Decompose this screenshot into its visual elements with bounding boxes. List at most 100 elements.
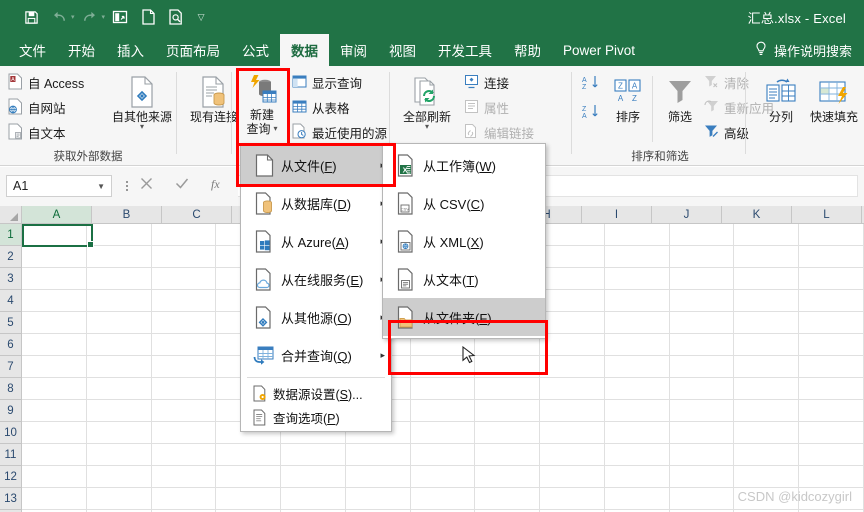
tab-home[interactable]: 开始 — [57, 34, 106, 66]
tab-developer[interactable]: 开发工具 — [427, 34, 503, 66]
row-header-10[interactable]: 10 — [0, 422, 22, 444]
cell-B3[interactable] — [86, 268, 152, 290]
cell-K11[interactable] — [669, 444, 735, 466]
menu-item-from-file[interactable]: 从文件(F) ▸ — [241, 146, 391, 184]
undo-dropdown-icon[interactable]: ▾ — [71, 13, 75, 21]
row-header-12[interactable]: 12 — [0, 466, 22, 488]
chevron-down-icon[interactable]: ▼ — [97, 182, 105, 191]
cell-M1[interactable] — [799, 224, 864, 246]
cell-B6[interactable] — [86, 334, 152, 356]
cell-L7[interactable] — [734, 356, 800, 378]
cell-M6[interactable] — [799, 334, 864, 356]
cell-M3[interactable] — [799, 268, 864, 290]
cell-L8[interactable] — [734, 378, 800, 400]
cell-C13[interactable] — [151, 488, 217, 510]
cell-I12[interactable] — [540, 466, 605, 488]
cell-M7[interactable] — [799, 356, 864, 378]
menu-item-data-source-settings[interactable]: 数据源设置(S)... — [241, 381, 391, 405]
cell-H13[interactable] — [475, 488, 541, 510]
new-query-dropdown-menu[interactable]: 从文件(F) ▸ 从数据库(D) ▸ 从 Azure(A) ▸ 从在线服务(E)… — [240, 143, 392, 432]
cell-I3[interactable] — [540, 268, 605, 290]
cell-M5[interactable] — [799, 312, 864, 334]
select-all-corner[interactable] — [0, 206, 22, 224]
cell-K1[interactable] — [669, 224, 735, 246]
cell-J1[interactable] — [604, 224, 670, 246]
row-header-11[interactable]: 11 — [0, 444, 22, 466]
cell-M12[interactable] — [799, 466, 864, 488]
cell-A2[interactable] — [22, 246, 87, 268]
cell-C2[interactable] — [151, 246, 217, 268]
cell-L1[interactable] — [734, 224, 800, 246]
cell-J5[interactable] — [604, 312, 670, 334]
cell-M11[interactable] — [799, 444, 864, 466]
from-text-button[interactable]: 自文本 — [8, 122, 84, 143]
cell-A12[interactable] — [22, 466, 87, 488]
row-header-9[interactable]: 9 — [0, 400, 22, 422]
cell-J4[interactable] — [604, 290, 670, 312]
cell-B7[interactable] — [86, 356, 152, 378]
from-other-sources-button[interactable]: 自其他来源 ▾ — [110, 74, 174, 131]
row-header-1[interactable]: 1 — [0, 224, 22, 246]
tab-data[interactable]: 数据 — [280, 34, 329, 66]
cell-F12[interactable] — [345, 466, 411, 488]
cell-I7[interactable] — [540, 356, 605, 378]
tab-help[interactable]: 帮助 — [503, 34, 552, 66]
tab-view[interactable]: 视图 — [378, 34, 427, 66]
tab-file[interactable]: 文件 — [8, 34, 57, 66]
cell-C9[interactable] — [151, 400, 217, 422]
quick-print-icon[interactable] — [107, 5, 133, 29]
cell-K9[interactable] — [669, 400, 735, 422]
cell-J13[interactable] — [604, 488, 670, 510]
cell-A8[interactable] — [22, 378, 87, 400]
cell-I13[interactable] — [540, 488, 605, 510]
cell-G13[interactable] — [410, 488, 476, 510]
cell-G11[interactable] — [410, 444, 476, 466]
cell-A9[interactable] — [22, 400, 87, 422]
cell-H12[interactable] — [475, 466, 541, 488]
column-header-B[interactable]: B — [92, 206, 162, 224]
sort-descending-icon[interactable]: ZA — [580, 103, 600, 124]
customize-qat-icon[interactable]: ▽ — [191, 5, 211, 29]
from-file-submenu[interactable]: X 从工作簿(W) CSV 从 CSV(C) 从 XML(X) 从文本(T) 从… — [382, 143, 546, 339]
row-header-8[interactable]: 8 — [0, 378, 22, 400]
tell-me-search[interactable]: 操作说明搜索 — [754, 34, 852, 66]
cell-D11[interactable] — [216, 444, 282, 466]
tab-page-layout[interactable]: 页面布局 — [155, 34, 231, 66]
tab-formulas[interactable]: 公式 — [231, 34, 280, 66]
text-to-columns-button[interactable]: 分列 — [758, 74, 804, 124]
show-queries-button[interactable]: 显示查询 — [292, 72, 387, 93]
cell-L6[interactable] — [734, 334, 800, 356]
name-box[interactable]: A1 ▼ — [6, 175, 112, 197]
cell-L12[interactable] — [734, 466, 800, 488]
tab-power-pivot[interactable]: Power Pivot — [552, 34, 646, 66]
submenu-item-from-xml[interactable]: 从 XML(X) — [383, 222, 545, 260]
cell-L3[interactable] — [734, 268, 800, 290]
cell-E11[interactable] — [281, 444, 346, 466]
chevron-down-icon[interactable]: ▾ — [140, 123, 144, 131]
connections-button[interactable]: 连接 — [464, 72, 534, 93]
cell-A5[interactable] — [22, 312, 87, 334]
cell-M8[interactable] — [799, 378, 864, 400]
cell-C3[interactable] — [151, 268, 217, 290]
cell-L11[interactable] — [734, 444, 800, 466]
cell-A3[interactable] — [22, 268, 87, 290]
formula-bar-grip[interactable] — [122, 178, 132, 194]
save-icon[interactable] — [18, 5, 44, 29]
row-header-6[interactable]: 6 — [0, 334, 22, 356]
column-header-K[interactable]: K — [722, 206, 792, 224]
cell-H7[interactable] — [475, 356, 541, 378]
cell-K13[interactable] — [669, 488, 735, 510]
cell-G8[interactable] — [410, 378, 476, 400]
column-header-C[interactable]: C — [162, 206, 232, 224]
sort-ascending-icon[interactable]: AZ — [580, 74, 600, 95]
cell-B10[interactable] — [86, 422, 152, 444]
cell-B4[interactable] — [86, 290, 152, 312]
cell-A10[interactable] — [22, 422, 87, 444]
cell-K3[interactable] — [669, 268, 735, 290]
row-header-5[interactable]: 5 — [0, 312, 22, 334]
fx-icon[interactable]: fx — [211, 176, 226, 196]
cell-C12[interactable] — [151, 466, 217, 488]
cell-H8[interactable] — [475, 378, 541, 400]
cell-H9[interactable] — [475, 400, 541, 422]
cell-G12[interactable] — [410, 466, 476, 488]
